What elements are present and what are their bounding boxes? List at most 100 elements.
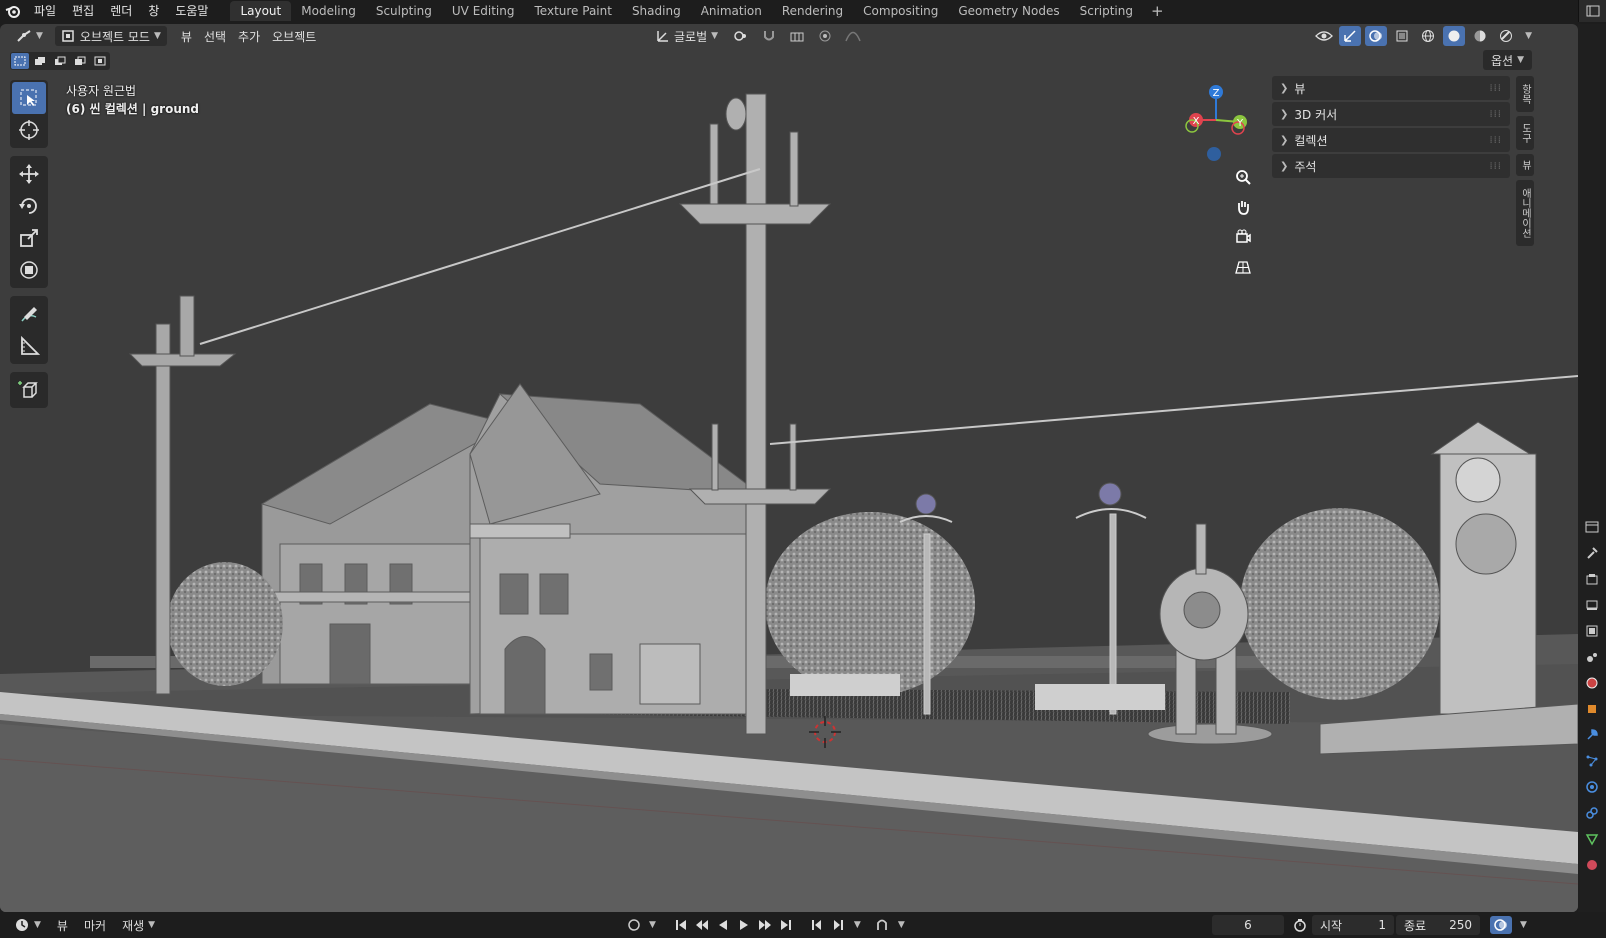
transform-tool[interactable] [12, 254, 46, 286]
3d-viewport[interactable]: ▼ 오브젝트 모드 ▼ 뷰 선택 추가 오브젝트 글로벌 ▼ ▼ 옵션 ▼ 사용… [0, 24, 1578, 912]
menu-render[interactable]: 렌더 [102, 0, 140, 22]
timeline-menu-view[interactable]: 뷰 [49, 917, 76, 934]
tab-animation[interactable]: 애니메이션 [1516, 180, 1534, 246]
mode-dropdown[interactable]: 오브젝트 모드 ▼ [54, 26, 167, 46]
projection-toggle-button[interactable] [1230, 254, 1256, 280]
add-cube-tool[interactable] [12, 374, 46, 406]
chevron-down-icon[interactable]: ▼ [649, 920, 656, 930]
snap-toggle[interactable] [758, 26, 780, 46]
current-frame-field[interactable]: 6 [1212, 915, 1284, 935]
panel-collections[interactable]: ❯ 컬렉션 ⁞⁞⁞ [1272, 128, 1510, 152]
snap-target-button[interactable] [786, 26, 808, 46]
tab-animation[interactable]: Animation [691, 1, 772, 21]
add-workspace-button[interactable]: + [1143, 2, 1172, 20]
timeline-editor-type[interactable]: ▼ [6, 917, 49, 933]
tab-view[interactable]: 뷰 [1516, 154, 1534, 176]
jump-to-start-button[interactable] [672, 916, 691, 934]
play-reverse-button[interactable] [714, 916, 733, 934]
xray-toggle[interactable] [1391, 26, 1413, 46]
tab-tool[interactable]: 도구 [1516, 116, 1534, 150]
drag-grip-icon[interactable]: ⁞⁞⁞ [1489, 135, 1502, 146]
world-properties-icon[interactable] [1578, 670, 1606, 696]
shading-solid[interactable] [1443, 26, 1466, 46]
select-box-tool[interactable] [12, 82, 46, 114]
axis-neg-z-handle[interactable] [1207, 147, 1221, 161]
shading-options-chevron-icon[interactable]: ▼ [1525, 31, 1532, 41]
start-frame-field[interactable]: 시작 1 [1312, 915, 1394, 935]
tab-compositing[interactable]: Compositing [853, 1, 948, 21]
drag-grip-icon[interactable]: ⁞⁞⁞ [1489, 161, 1502, 172]
modifier-properties-icon[interactable] [1578, 722, 1606, 748]
menu-add[interactable]: 추가 [232, 26, 266, 46]
falloff-dropdown[interactable] [842, 26, 864, 46]
cursor-tool[interactable] [12, 114, 46, 146]
keying-set-button[interactable] [873, 916, 892, 934]
end-frame-field[interactable]: 종료 250 [1396, 915, 1480, 935]
tool-properties-icon[interactable] [1578, 540, 1606, 566]
object-properties-icon[interactable] [1578, 696, 1606, 722]
timeline-menu-playback[interactable]: 재생 ▼ [114, 917, 163, 934]
next-frame-button[interactable] [829, 916, 848, 934]
panel-view[interactable]: ❯ 뷰 ⁞⁞⁞ [1272, 76, 1510, 100]
properties-header-icon[interactable] [1578, 514, 1606, 540]
editor-type-button[interactable]: ▼ [10, 26, 49, 46]
options-dropdown[interactable]: 옵션 ▼ [1482, 50, 1532, 70]
timeline-menu-marker[interactable]: 마커 [76, 917, 114, 934]
data-properties-icon[interactable] [1578, 826, 1606, 852]
tab-shading[interactable]: Shading [622, 1, 691, 21]
measure-tool[interactable] [12, 330, 46, 362]
overlays-toggle[interactable] [1365, 26, 1388, 46]
play-button[interactable] [735, 916, 754, 934]
pivot-point-button[interactable] [730, 26, 752, 46]
move-tool[interactable] [12, 158, 46, 190]
panel-3d-cursor[interactable]: ❯ 3D 커서 ⁞⁞⁞ [1272, 102, 1510, 126]
drag-grip-icon[interactable]: ⁞⁞⁞ [1489, 83, 1502, 94]
tab-modeling[interactable]: Modeling [291, 1, 366, 21]
tab-item[interactable]: 항목 [1516, 76, 1534, 112]
shading-rendered[interactable] [1495, 26, 1517, 46]
visibility-button[interactable] [1313, 26, 1335, 46]
chevron-down-icon[interactable]: ▼ [1520, 920, 1527, 930]
menu-file[interactable]: 파일 [26, 0, 64, 22]
material-properties-icon[interactable] [1578, 852, 1606, 878]
render-properties-icon[interactable] [1578, 566, 1606, 592]
shading-wireframe[interactable] [1417, 26, 1439, 46]
tab-layout[interactable]: Layout [230, 1, 292, 21]
panel-annotations[interactable]: ❯ 주석 ⁞⁞⁞ [1272, 154, 1510, 178]
tab-texture-paint[interactable]: Texture Paint [525, 1, 622, 21]
prev-frame-button[interactable] [808, 916, 827, 934]
physics-properties-icon[interactable] [1578, 774, 1606, 800]
scene-properties-icon[interactable] [1578, 644, 1606, 670]
prev-keyframe-button[interactable] [693, 916, 712, 934]
shading-material[interactable] [1469, 26, 1491, 46]
menu-view[interactable]: 뷰 [175, 26, 198, 46]
select-invert-icon[interactable] [71, 53, 89, 69]
rotate-tool[interactable] [12, 190, 46, 222]
menu-select[interactable]: 선택 [198, 26, 232, 46]
tab-scripting[interactable]: Scripting [1070, 1, 1143, 21]
select-intersect-icon[interactable] [91, 53, 109, 69]
gizmo-toggle[interactable] [1339, 26, 1362, 46]
drag-grip-icon[interactable]: ⁞⁞⁞ [1489, 109, 1502, 120]
proportional-editing-toggle[interactable] [814, 26, 836, 46]
camera-view-button[interactable] [1230, 224, 1256, 250]
menu-edit[interactable]: 편집 [64, 0, 102, 22]
jump-to-end-button[interactable] [777, 916, 796, 934]
pan-button[interactable] [1230, 194, 1256, 220]
transform-orientation-dropdown[interactable]: 글로벌 ▼ [650, 26, 724, 46]
particles-properties-icon[interactable] [1578, 748, 1606, 774]
auto-keying-toggle[interactable] [624, 916, 643, 934]
select-extend-icon[interactable] [31, 53, 49, 69]
annotate-tool[interactable] [12, 298, 46, 330]
use-preview-range-toggle[interactable] [1290, 916, 1309, 934]
output-properties-icon[interactable] [1578, 592, 1606, 618]
select-subtract-icon[interactable] [51, 53, 69, 69]
menu-object[interactable]: 오브젝트 [266, 26, 322, 46]
blender-logo-icon[interactable] [0, 0, 26, 22]
constraints-properties-icon[interactable] [1578, 800, 1606, 826]
menu-window[interactable]: 창 [140, 0, 167, 22]
select-new-icon[interactable] [11, 53, 29, 69]
next-keyframe-button[interactable] [756, 916, 775, 934]
scale-tool[interactable] [12, 222, 46, 254]
navigation-gizmo[interactable]: Z X Y [1176, 82, 1256, 162]
